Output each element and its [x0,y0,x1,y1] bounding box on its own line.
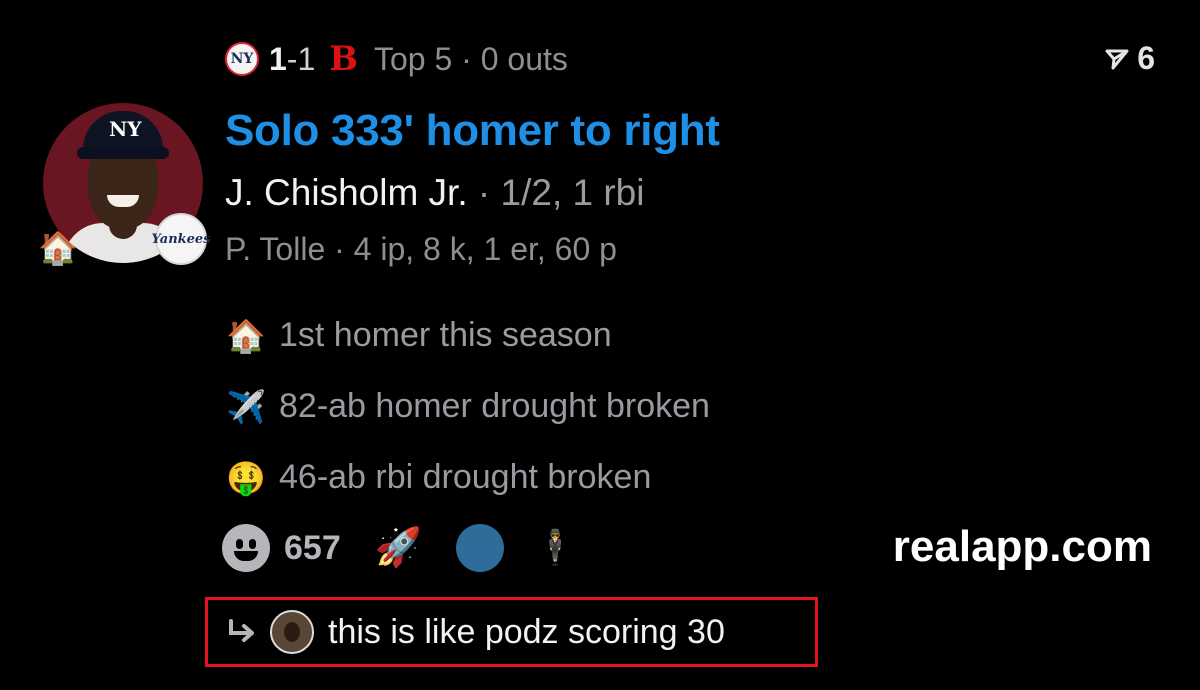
note-text: 46-ab rbi drought broken [279,458,652,496]
send-icon [1105,49,1129,69]
game-header: NY 1-1 B Top 5 · 0 outs [225,38,568,80]
commenter-avatar[interactable] [270,610,314,654]
red-sox-logo-icon: B [329,39,358,79]
batter-stat: · 1/2, 1 rbi [467,172,645,213]
airplane-icon: ✈️ [226,388,266,425]
share-count-value: 6 [1137,40,1155,76]
rocket-reaction-icon[interactable]: 🚀 [375,526,422,570]
away-score: 1 [269,40,287,77]
inning-status: Top 5 · 0 outs [374,40,568,77]
team-badge-icon: Yankees [152,213,211,265]
cap-logo: NY [109,117,142,141]
reply-arrow-icon [226,619,258,645]
smiley-eye-icon [236,539,243,549]
batter-name: J. Chisholm Jr. [225,172,468,213]
person-reaction-icon[interactable]: 🕴 [534,528,576,568]
note-item: 🏠 1st homer this season [225,300,710,371]
reaction-count[interactable]: 657 [284,529,341,568]
avatar-cap-brim [77,147,169,159]
house-icon: 🏠 [38,230,78,266]
reactions-bar: 657 🚀 🕴 [222,520,576,576]
pitcher-line[interactable]: P. Tolle · 4 ip, 8 k, 1 er, 60 p [225,231,617,268]
add-reaction-icon[interactable] [222,524,270,572]
note-text: 82-ab homer drought broken [279,387,710,425]
score: 1-1 [269,41,315,78]
note-item: 🤑 46-ab rbi drought broken [225,442,710,513]
smiley-eye-icon [249,539,256,549]
note-item: ✈️ 82-ab homer drought broken [225,371,710,442]
reply-comment[interactable]: this is like podz scoring 30 [205,597,818,667]
brand-watermark: realapp.com [892,522,1152,571]
reply-text: this is like podz scoring 30 [328,612,725,651]
note-text: 1st homer this season [279,316,612,354]
batter-line[interactable]: J. Chisholm Jr. · 1/2, 1 rbi [225,172,644,214]
play-notes: 🏠 1st homer this season ✈️ 82-ab homer d… [225,300,710,513]
home-score: -1 [286,40,316,77]
house-icon: 🏠 [226,317,266,354]
share-count[interactable]: 6 [1105,40,1155,77]
smiley-mouth-icon [234,551,258,561]
yankees-logo-icon: NY [225,42,259,76]
play-title[interactable]: Solo 333' homer to right [225,106,720,156]
blue-circle-reaction-icon[interactable] [456,524,505,572]
money-face-icon: 🤑 [226,459,266,496]
